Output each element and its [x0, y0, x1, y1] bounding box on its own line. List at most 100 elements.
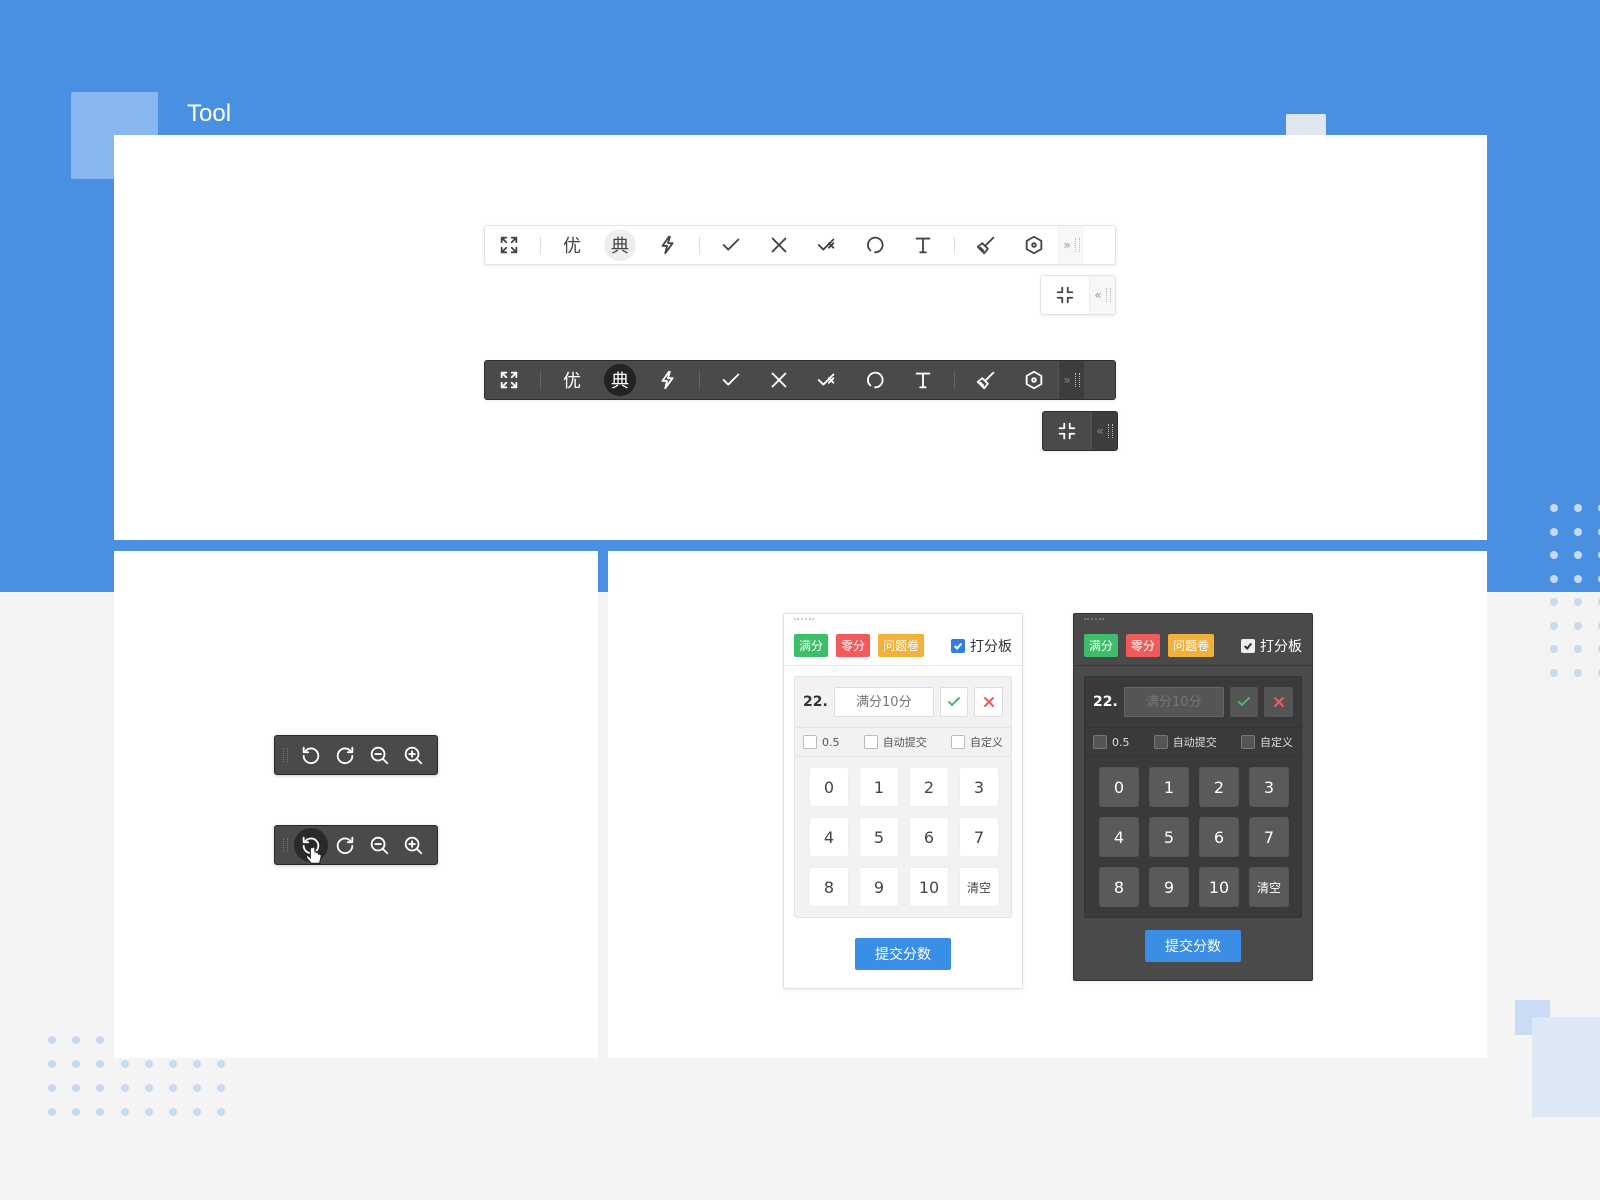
drag-handle[interactable]	[283, 748, 288, 762]
text-button[interactable]	[899, 225, 947, 265]
score-key[interactable]: 8	[1099, 867, 1139, 907]
drag-handle[interactable]	[283, 838, 288, 852]
rotate-right-button[interactable]	[328, 738, 362, 772]
custom-option[interactable]: 自定义	[951, 734, 1003, 750]
settings-button[interactable]	[1010, 360, 1058, 400]
score-key[interactable]: 10	[909, 867, 949, 907]
rotate-right-button[interactable]	[328, 828, 362, 862]
score-key[interactable]: 7	[1249, 817, 1289, 857]
shrink-button[interactable]	[1043, 411, 1091, 451]
drag-handle[interactable]	[1074, 238, 1080, 252]
expand-button[interactable]	[485, 225, 533, 265]
correct-button[interactable]	[707, 225, 755, 265]
scoreboard-toggle[interactable]: 打分板	[951, 636, 1012, 656]
half-point-option[interactable]: 0.5	[1093, 735, 1130, 749]
auto-submit-option[interactable]: 自动提交	[1153, 734, 1217, 750]
score-key[interactable]: 6	[1199, 817, 1239, 857]
zoom-out-button[interactable]	[362, 738, 396, 772]
settings-button[interactable]	[1010, 225, 1058, 265]
score-key[interactable]: 3	[959, 767, 999, 807]
collapse-toggle[interactable]: »	[1058, 361, 1084, 399]
excellent-button[interactable]: 优	[548, 225, 596, 265]
classic-button[interactable]: 典	[596, 360, 644, 400]
text-button[interactable]	[899, 360, 947, 400]
custom-checkbox[interactable]	[951, 735, 965, 749]
problem-paper-tag[interactable]: 问题卷	[1168, 634, 1215, 657]
score-input[interactable]	[1123, 687, 1224, 717]
score-key[interactable]: 2	[1199, 767, 1239, 807]
confirm-button[interactable]	[939, 687, 969, 717]
score-key[interactable]: 4	[809, 817, 849, 857]
score-key[interactable]: 6	[909, 817, 949, 857]
score-key[interactable]: 1	[1149, 767, 1189, 807]
flash-button[interactable]	[644, 225, 692, 265]
zoom-in-button[interactable]	[396, 738, 430, 772]
half-correct-button[interactable]	[803, 360, 851, 400]
zero-score-tag[interactable]: 零分	[836, 634, 871, 657]
drag-handle[interactable]	[1107, 424, 1113, 438]
score-key[interactable]: 2	[909, 767, 949, 807]
submit-score-button[interactable]: 提交分数	[1145, 930, 1241, 962]
score-key[interactable]: 0	[1099, 767, 1139, 807]
cancel-button[interactable]	[1264, 687, 1293, 717]
half-correct-button[interactable]	[803, 225, 851, 265]
shrink-button[interactable]	[1041, 275, 1089, 315]
zero-score-tag[interactable]: 零分	[1126, 634, 1161, 657]
wrong-button[interactable]	[755, 360, 803, 400]
wrong-button[interactable]	[755, 225, 803, 265]
expand-toggle[interactable]: «	[1091, 412, 1117, 450]
scoreboard-checkbox[interactable]	[951, 638, 965, 653]
auto-submit-checkbox[interactable]	[1153, 735, 1168, 749]
confirm-button[interactable]	[1229, 687, 1259, 717]
expand-toggle[interactable]: «	[1089, 276, 1115, 314]
score-key[interactable]: 0	[809, 767, 849, 807]
scoreboard-checkbox[interactable]	[1241, 638, 1255, 653]
correct-button[interactable]	[707, 360, 755, 400]
score-key[interactable]: 9	[1149, 867, 1189, 907]
drag-handle[interactable]	[1084, 618, 1104, 628]
circle-button[interactable]	[851, 225, 899, 265]
zoom-in-button[interactable]	[396, 828, 430, 862]
zoom-out-button[interactable]	[362, 828, 396, 862]
page-title: Tool	[187, 100, 232, 127]
drag-handle[interactable]	[794, 618, 814, 628]
auto-submit-option[interactable]: 自动提交	[863, 734, 927, 750]
drag-handle[interactable]	[1074, 373, 1080, 387]
rotate-left-button[interactable]	[294, 738, 328, 772]
decorative-dot	[1574, 668, 1582, 677]
score-key[interactable]: 1	[859, 767, 899, 807]
expand-button[interactable]	[485, 360, 533, 400]
score-key[interactable]: 8	[809, 867, 849, 907]
clear-key[interactable]: 清空	[1249, 867, 1289, 907]
drag-handle[interactable]	[1105, 288, 1111, 302]
score-key[interactable]: 3	[1249, 767, 1289, 807]
half-point-checkbox[interactable]	[1093, 735, 1107, 749]
scoreboard-toggle[interactable]: 打分板	[1241, 636, 1302, 656]
full-score-tag[interactable]: 满分	[1084, 634, 1119, 657]
auto-submit-checkbox[interactable]	[863, 735, 878, 749]
clear-key[interactable]: 清空	[959, 867, 999, 907]
clear-button[interactable]	[962, 360, 1010, 400]
score-key[interactable]: 9	[859, 867, 899, 907]
score-key[interactable]: 10	[1199, 867, 1239, 907]
half-point-checkbox[interactable]	[803, 735, 817, 749]
half-point-option[interactable]: 0.5	[803, 735, 840, 749]
circle-button[interactable]	[851, 360, 899, 400]
problem-paper-tag[interactable]: 问题卷	[878, 634, 925, 657]
score-key[interactable]: 7	[959, 817, 999, 857]
score-key[interactable]: 5	[859, 817, 899, 857]
classic-button[interactable]: 典	[596, 225, 644, 265]
excellent-button[interactable]: 优	[548, 360, 596, 400]
score-key[interactable]: 4	[1099, 817, 1139, 857]
submit-score-button[interactable]: 提交分数	[855, 938, 951, 970]
custom-option[interactable]: 自定义	[1241, 734, 1293, 750]
collapse-toggle[interactable]: »	[1058, 226, 1084, 264]
score-key[interactable]: 5	[1149, 817, 1189, 857]
flash-button[interactable]	[644, 360, 692, 400]
full-score-tag[interactable]: 满分	[794, 634, 829, 657]
score-input[interactable]	[833, 687, 934, 717]
toolbar-showcase-panel: 优 典 » « 优 典 » «	[114, 135, 1487, 540]
custom-checkbox[interactable]	[1241, 735, 1255, 749]
cancel-button[interactable]	[974, 687, 1003, 717]
clear-button[interactable]	[962, 225, 1010, 265]
